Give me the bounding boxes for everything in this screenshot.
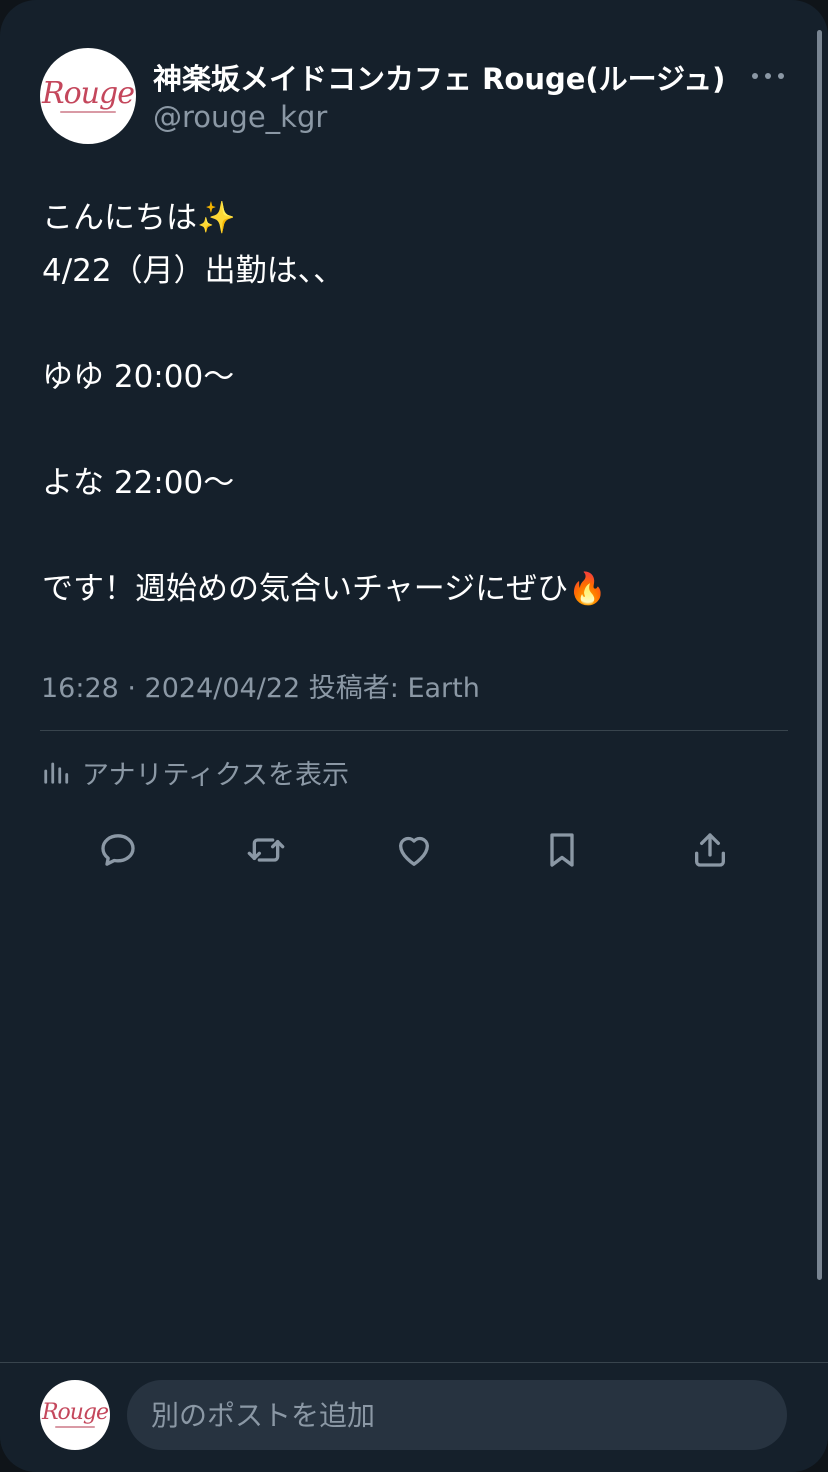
more-dot — [778, 73, 784, 79]
divider — [40, 730, 788, 731]
post-body-line: ゆゆ 20:00～ — [42, 359, 235, 395]
author-display-name[interactable]: 神楽坂メイドコンカフェ Rouge(ルージュ) — [153, 56, 725, 98]
post-body-line — [42, 510, 788, 563]
view-analytics-link[interactable]: アナリティクスを表示 — [42, 752, 349, 792]
post-body-line — [42, 298, 788, 351]
more-dot — [765, 73, 771, 79]
composer-avatar[interactable]: Rouge — [40, 1380, 110, 1450]
heart-icon — [399, 836, 429, 866]
add-post-input[interactable] — [127, 1380, 787, 1450]
action-bar — [0, 826, 828, 874]
post-body-line: よな 22:00～ — [42, 465, 235, 501]
scrollbar[interactable] — [817, 30, 822, 1280]
avatar-logo-text: Rouge — [42, 76, 135, 111]
share-icon — [695, 833, 725, 867]
post-body-line: 4/22（月）出勤は、、 — [42, 253, 345, 289]
post-body-line: こんにちは✨ — [42, 200, 236, 236]
like-button[interactable] — [390, 826, 438, 874]
analytics-label: アナリティクスを表示 — [82, 759, 350, 791]
avatar-logo-text: Rouge — [41, 1400, 109, 1425]
author-avatar[interactable]: Rouge — [40, 48, 136, 144]
post-timestamp: 16:28 · 2024/04/22 投稿者: Earth — [41, 673, 480, 704]
bookmark-button[interactable] — [538, 826, 586, 874]
more-dot — [752, 73, 758, 79]
share-button[interactable] — [686, 826, 734, 874]
more-horizontal-icon[interactable] — [752, 70, 784, 82]
repost-icon — [247, 838, 285, 862]
post-body-line — [42, 404, 788, 457]
analytics-icon — [44, 762, 69, 784]
avatar-logo-underline — [55, 1426, 95, 1428]
post-body: こんにちは✨ 4/22（月）出勤は、、 ゆゆ 20:00～ よな 22:00～ … — [42, 192, 788, 616]
post-body-line: です！週始めの気合いチャージにぜひ🔥 — [42, 571, 607, 607]
post-detail-screen: Rouge 神楽坂メイドコンカフェ Rouge(ルージュ) @rouge_kgr… — [0, 0, 828, 1472]
reply-button[interactable] — [94, 826, 142, 874]
reply-composer: Rouge — [0, 1362, 828, 1472]
avatar-logo-underline — [60, 111, 116, 113]
reply-icon — [101, 834, 135, 866]
post-header: Rouge 神楽坂メイドコンカフェ Rouge(ルージュ) @rouge_kgr — [40, 48, 788, 144]
author-handle[interactable]: @rouge_kgr — [153, 100, 327, 134]
bookmark-icon — [550, 833, 574, 867]
repost-button[interactable] — [242, 826, 290, 874]
